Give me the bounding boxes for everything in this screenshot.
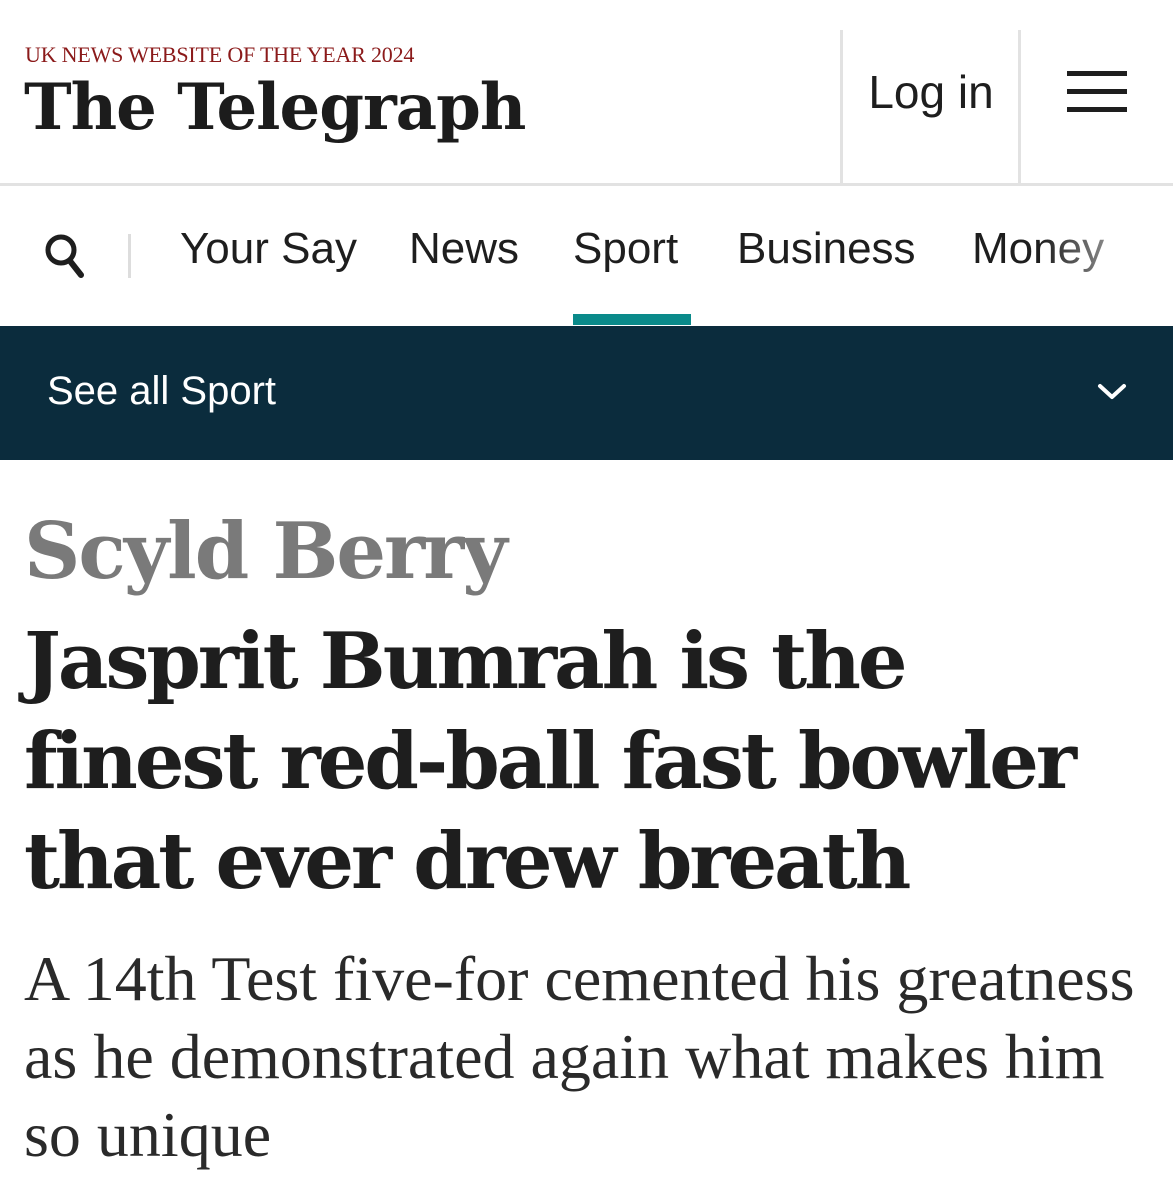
see-all-sport-dropdown[interactable]: See all Sport bbox=[0, 326, 1173, 460]
site-header: UK NEWS WEBSITE OF THE YEAR 2024 The Tel… bbox=[0, 0, 1173, 186]
menu-button[interactable] bbox=[1021, 0, 1173, 183]
award-banner: UK NEWS WEBSITE OF THE YEAR 2024 bbox=[25, 42, 415, 67]
nav-item-your-say[interactable]: Your Say bbox=[180, 224, 357, 274]
hamburger-icon bbox=[1067, 70, 1127, 112]
site-logo[interactable]: The Telegraph bbox=[24, 76, 526, 140]
nav-divider bbox=[128, 234, 131, 278]
article-headline: Jasprit Bumrah is the finest red-ball fa… bbox=[24, 616, 1077, 907]
nav-item-sport[interactable]: Sport bbox=[573, 224, 678, 274]
article-kicker[interactable]: Scyld Berry bbox=[24, 506, 508, 597]
nav-item-business[interactable]: Business bbox=[737, 224, 916, 274]
see-all-sport-label: See all Sport bbox=[47, 369, 277, 413]
nav-item-money[interactable]: Money bbox=[972, 224, 1104, 274]
active-tab-indicator bbox=[573, 314, 691, 325]
chevron-down-icon[interactable] bbox=[1097, 382, 1127, 402]
article-standfirst: A 14th Test five-for cemented his greatn… bbox=[24, 943, 1135, 1170]
search-icon bbox=[45, 234, 84, 278]
login-button[interactable]: Log in bbox=[843, 0, 1019, 183]
nav-item-news[interactable]: News bbox=[409, 224, 519, 274]
search-button[interactable] bbox=[44, 233, 84, 284]
